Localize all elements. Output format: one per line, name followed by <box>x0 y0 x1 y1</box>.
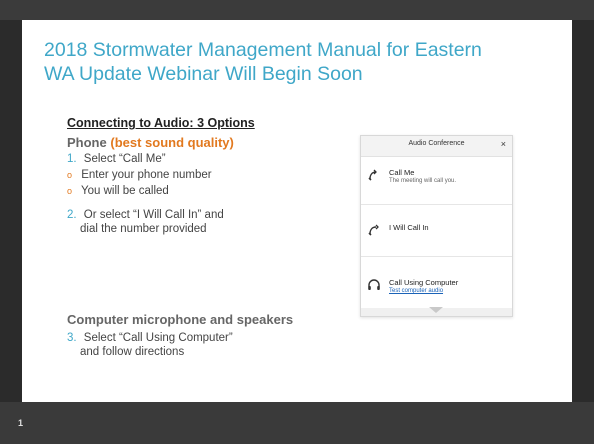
step-3: 3. Select “Call Using Computer” and foll… <box>67 331 233 359</box>
option-i-will-call-in-label: I Will Call In <box>389 223 429 232</box>
step-1: 1. Select “Call Me” <box>67 152 166 166</box>
slide-number: 1 <box>18 418 24 428</box>
option-call-me-label: Call Me <box>389 168 415 177</box>
substep-1-text: Enter your phone number <box>81 169 212 181</box>
title-line-1: 2018 Stormwater Management Manual for Ea… <box>44 39 482 61</box>
headset-icon <box>368 279 380 290</box>
option-i-will-call-in[interactable]: I Will Call In <box>361 221 512 245</box>
section-heading: Connecting to Audio: 3 Options <box>67 116 255 130</box>
step-2-text-cont: dial the number provided <box>80 223 207 235</box>
bottom-bar <box>0 402 594 444</box>
substep-1: o Enter your phone number <box>67 168 212 182</box>
substep-2: o You will be called <box>67 184 169 198</box>
dialog-pointer <box>429 307 443 313</box>
step-2-number: 2. <box>67 209 77 221</box>
phone-heading: Phone (best sound quality) <box>67 135 234 150</box>
dialog-header: Audio Conference × <box>361 136 512 157</box>
phone-heading-label: Phone <box>67 135 107 150</box>
bullet-icon: o <box>67 186 73 196</box>
audio-conference-dialog: Audio Conference × Call Me The meeting w… <box>360 135 513 317</box>
step-3-text-cont: and follow directions <box>80 346 185 358</box>
bullet-icon: o <box>67 170 73 180</box>
divider <box>361 204 512 205</box>
step-1-text: Select “Call Me” <box>83 153 166 165</box>
phone-callback-icon <box>368 169 377 181</box>
test-computer-audio-link[interactable]: Test computer audio <box>389 288 443 294</box>
step-3-text: Select “Call Using Computer” <box>83 332 233 344</box>
step-1-number: 1. <box>67 153 77 165</box>
option-call-using-computer[interactable]: Call Using Computer Test computer audio <box>361 276 512 304</box>
step-3-number: 3. <box>67 332 77 344</box>
top-bar <box>0 0 594 20</box>
option-call-me-desc: The meeting will call you. <box>389 178 457 184</box>
computer-heading: Computer microphone and speakers <box>67 312 294 327</box>
divider <box>361 256 512 257</box>
option-call-using-computer-label: Call Using Computer <box>389 278 459 287</box>
phone-outgoing-icon <box>368 224 379 236</box>
step-2-text: Or select “I Will Call In” and <box>83 209 224 221</box>
slide-title: 2018 Stormwater Management Manual for Ea… <box>44 38 564 86</box>
step-2: 2. Or select “I Will Call In” and dial t… <box>67 208 224 236</box>
close-icon[interactable]: × <box>501 139 506 149</box>
substep-2-text: You will be called <box>81 185 169 197</box>
option-call-me[interactable]: Call Me The meeting will call you. <box>361 166 512 196</box>
phone-quality-note: (best sound quality) <box>110 135 234 150</box>
title-line-2: WA Update Webinar Will Begin Soon <box>44 63 363 85</box>
slide: 2018 Stormwater Management Manual for Ea… <box>0 0 594 444</box>
dialog-title: Audio Conference <box>408 140 465 147</box>
